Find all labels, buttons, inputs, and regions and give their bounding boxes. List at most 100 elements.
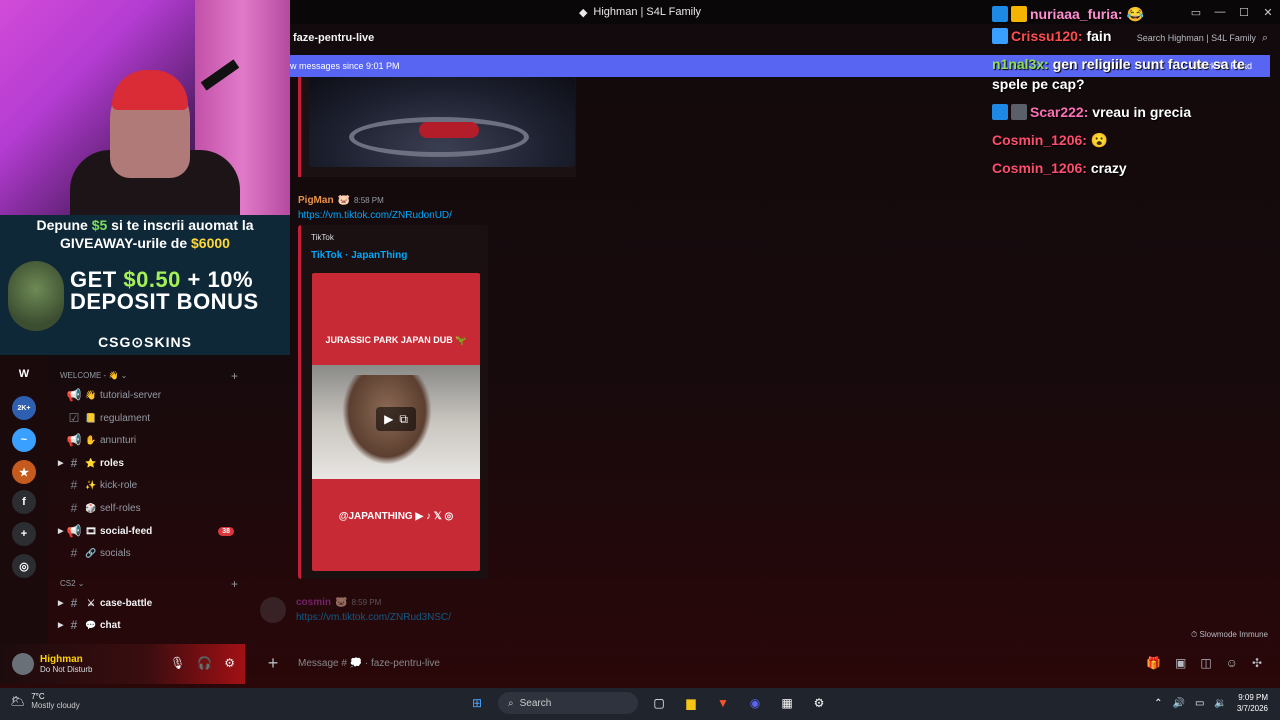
speaker-icon[interactable]: 🔉 [1214,698,1226,709]
channel-label: anunturi [100,434,137,446]
badge-icon [992,6,1008,22]
embed-title[interactable]: TikTok · JapanThing [311,250,478,261]
chat-username: Cosmin_1206: [992,160,1087,176]
channel-tutorial-server[interactable]: 📢 👋 tutorial-server [58,386,242,404]
channel-type-icon: # [70,618,78,632]
headphones-icon[interactable]: 🎧 [197,656,212,670]
steam-icon[interactable]: ⚙ [808,692,830,714]
mascot-image [8,261,64,331]
chat-text: 😮 [1090,132,1109,148]
streamer-cap-shape [112,70,188,110]
message-author[interactable]: cosmin [296,597,331,608]
play-button[interactable]: ▶ ⧉ [376,407,416,431]
server-wave[interactable]: ~ [12,428,36,452]
role-icon: 🐷 [335,597,348,608]
chat-text: fain [1086,28,1112,44]
system-tray: ⌃ 🔊 ▭ 🔉 9:09 PM 3/7/2026 [1154,692,1268,714]
chevron-up-icon[interactable]: ⌃ [1154,698,1162,709]
chat-text: 😂 [1126,6,1144,22]
message-list: PigMan 🐷 8:58 PM https://vm.tiktok.com/ZNR… [260,77,990,642]
calculator-icon[interactable]: ▦ [776,692,798,714]
channel-emoji: 💬 [85,619,97,630]
channel-arrow: ▶ [58,528,64,535]
external-link-icon: ⧉ [399,411,408,426]
channel-emoji: 🔗 [85,547,97,558]
network-icon[interactable]: ▭ [1195,698,1204,709]
add-server-button[interactable]: + [12,522,36,546]
role-icon: 🐷 [337,195,351,206]
message-author[interactable]: PigMan [298,195,334,206]
channel-socials[interactable]: # 🔗 socials [58,544,242,562]
chat-line: Cosmin_1206: crazy [992,158,1280,178]
gif-icon[interactable]: ▣ [1175,656,1186,670]
server-star[interactable]: ★ [12,460,36,484]
promo-amount: $5 [91,217,108,233]
brave-icon[interactable]: ▼ [712,692,734,714]
user-name[interactable]: Highman [40,654,92,665]
task-view-icon[interactable]: ▢ [648,692,670,714]
server-list: W 2K+ ~ ★ f + ◎ [0,356,48,648]
avatar[interactable] [12,653,34,675]
category-welcome[interactable]: WELCOME - 👋 ⌄ [60,371,127,380]
channel-label: tutorial-server [100,389,162,401]
channel-label: self-roles [100,502,141,514]
start-button[interactable]: ⊞ [466,692,488,714]
channel-type-icon: 📢 [66,433,82,447]
discord-icon[interactable]: ◉ [744,692,766,714]
emoji-icon[interactable]: ☺ [1226,656,1238,670]
channel-type-icon: # [70,456,78,470]
discord-icon: ◆ [578,6,588,19]
slowmode-text: Slowmode Immune [1199,630,1268,639]
window-title: Highman | S4L Family [593,6,702,18]
play-icon: ▶ [384,412,394,426]
embed-thumbnail[interactable]: JURASSIC PARK JAPAN DUB 🦖 ▶ ⧉ @JAPANTHING… [312,273,480,571]
weather-widget[interactable]: 🌥 7°C Mostly cloudy [10,692,80,710]
category-cs2[interactable]: CS2 ⌄ [60,579,85,588]
channel-regulament[interactable]: ☑ 📒 regulament [58,409,242,427]
clock[interactable]: 9:09 PM 3/7/2026 [1237,692,1268,714]
channel-social-feed[interactable]: ▶ 📢 🎞 social-feed 38 [58,522,242,540]
new-messages-text: w messages since 9:01 PM [290,61,400,71]
server-f[interactable]: f [12,490,36,514]
channel-roles[interactable]: ▶ # ⭐ roles [58,454,242,472]
channel-anunturi[interactable]: 📢 ✋ anunturi [58,431,242,449]
channel-kick-role[interactable]: # ✨ kick-role [58,476,242,494]
message-input[interactable]: Message # 💭 · faze-pentru-live [298,658,440,669]
avatar[interactable] [260,597,286,623]
add-channel-icon[interactable]: + [231,369,238,383]
sticker-icon[interactable]: ◫ [1200,656,1211,670]
slowmode-indicator: ⏱ Slowmode Immune [1191,630,1268,640]
gear-icon[interactable]: ⚙ [224,656,235,670]
microphone-icon[interactable]: 🎙 [170,656,185,670]
tiktok-embed: TikTok TikTok · JapanThing JURASSIC PARK… [298,225,488,579]
message-link[interactable]: https://vm.tiktok.com/ZNRudonUD/ [298,210,452,221]
attach-plus-button[interactable]: + [258,653,288,674]
channel-emoji: 🎞 [85,525,97,536]
channel-label: social-feed [100,525,153,537]
crown-icon [1011,6,1027,22]
clock-date: 3/7/2026 [1236,704,1268,713]
promo-headline: GET $0.50 + 10% DEPOSIT BONUS [70,269,259,313]
user-status: Do Not Disturb [40,665,93,674]
channel-case-battle[interactable]: ▶ # ⚔ case-battle [58,594,242,612]
gift-icon[interactable]: 🎁 [1146,656,1161,670]
server-group[interactable]: 2K+ [12,396,36,420]
channel-self-roles[interactable]: # 🎲 self-roles [58,499,242,517]
embed-image[interactable] [309,77,575,167]
channel-label: kick-role [100,479,138,491]
message-link[interactable]: https://vm.tiktok.com/ZNRud3NSC/ [296,612,451,623]
apps-icon[interactable]: ✣ [1252,656,1262,670]
channel-type-icon: ☑ [68,411,80,425]
message-composer[interactable]: + Message # 💭 · faze-pentru-live 🎁 ▣ ◫ ☺… [258,648,1280,678]
thumbnail-handle: @JAPANTHING ▶ ♪ 𝕏 ◎ [338,511,454,522]
sponsor-logo: CSG⊙SKINS [98,334,192,350]
volume-icon[interactable]: 🔊 [1173,698,1185,709]
channel-chat[interactable]: ▶ # 💬 chat [58,616,242,634]
taskbar-search[interactable]: ⌕ Search [498,692,638,714]
weather-icon: 🌥 [10,694,26,708]
file-explorer-icon[interactable]: ▆ [680,692,702,714]
chat-text: crazy [1090,160,1127,176]
add-channel-icon[interactable]: + [231,577,238,591]
discover-button[interactable]: ◎ [12,554,36,578]
server-w[interactable]: W [12,362,36,386]
